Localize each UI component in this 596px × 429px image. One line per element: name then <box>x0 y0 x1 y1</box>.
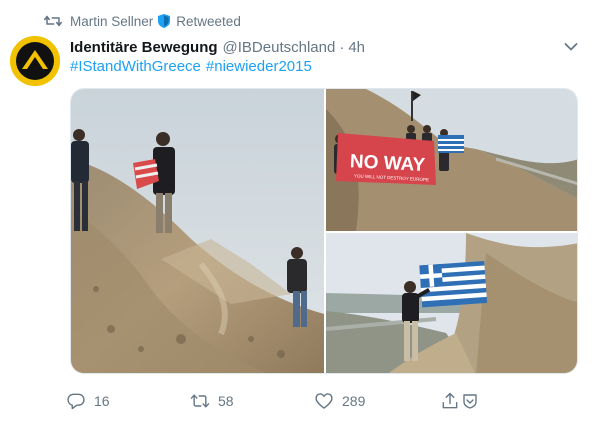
media-grid: NO WAY YOU WILL NOT DESTROY EUROPE <box>70 88 578 374</box>
author-name[interactable]: Identitäre Bewegung <box>70 39 218 56</box>
like-count: 289 <box>342 393 366 409</box>
like-button[interactable]: 289 <box>314 388 365 414</box>
chevron-down-icon <box>564 43 578 51</box>
photo-hillside-image <box>71 89 324 373</box>
shield-icon <box>158 14 171 28</box>
hashtag-link[interactable]: #niewieder2015 <box>206 58 312 80</box>
heart-icon <box>315 393 333 409</box>
tweet[interactable]: Martin Sellner Retweeted Identitäre Bewe… <box>0 0 596 429</box>
analytics-icon[interactable] <box>462 393 478 409</box>
banner-text: NO WAY <box>349 151 426 176</box>
photo-banner-image: NO WAY YOU WILL NOT DESTROY EUROPE <box>326 89 577 231</box>
more-options-button[interactable] <box>560 36 582 58</box>
avatar[interactable] <box>10 36 60 86</box>
share-icon <box>442 392 458 409</box>
tweet-text: #IStandWithGreece #niewieder2015 <box>70 58 312 80</box>
reply-button[interactable]: 16 <box>66 388 110 414</box>
retweet-icon <box>44 15 62 27</box>
tweet-header: Identitäre Bewegung @IBDeutschland · 4h <box>70 36 365 58</box>
separator: · <box>339 38 345 56</box>
timestamp[interactable]: 4h <box>348 39 365 56</box>
retweet-count: 58 <box>218 393 234 409</box>
photo-banner[interactable]: NO WAY YOU WILL NOT DESTROY EUROPE <box>326 89 577 231</box>
retweeted-label: Retweeted <box>176 13 241 29</box>
lambda-logo-avatar <box>10 36 60 86</box>
reply-count: 16 <box>94 393 110 409</box>
author-handle[interactable]: @IBDeutschland <box>223 39 336 56</box>
reply-icon <box>67 393 85 410</box>
retweeter-name[interactable]: Martin Sellner <box>70 14 153 29</box>
retweet-button[interactable]: 58 <box>190 388 234 414</box>
hashtag-link[interactable]: #IStandWithGreece <box>70 58 201 80</box>
retweet-banner: Martin Sellner Retweeted <box>44 10 241 32</box>
photo-greek-flag-image <box>326 233 577 373</box>
share-button[interactable] <box>440 388 478 414</box>
action-bar: 16 58 289 <box>66 388 506 414</box>
retweet-icon <box>190 394 210 408</box>
photo-greek-flag[interactable] <box>326 233 577 373</box>
photo-hillside[interactable] <box>71 89 324 373</box>
